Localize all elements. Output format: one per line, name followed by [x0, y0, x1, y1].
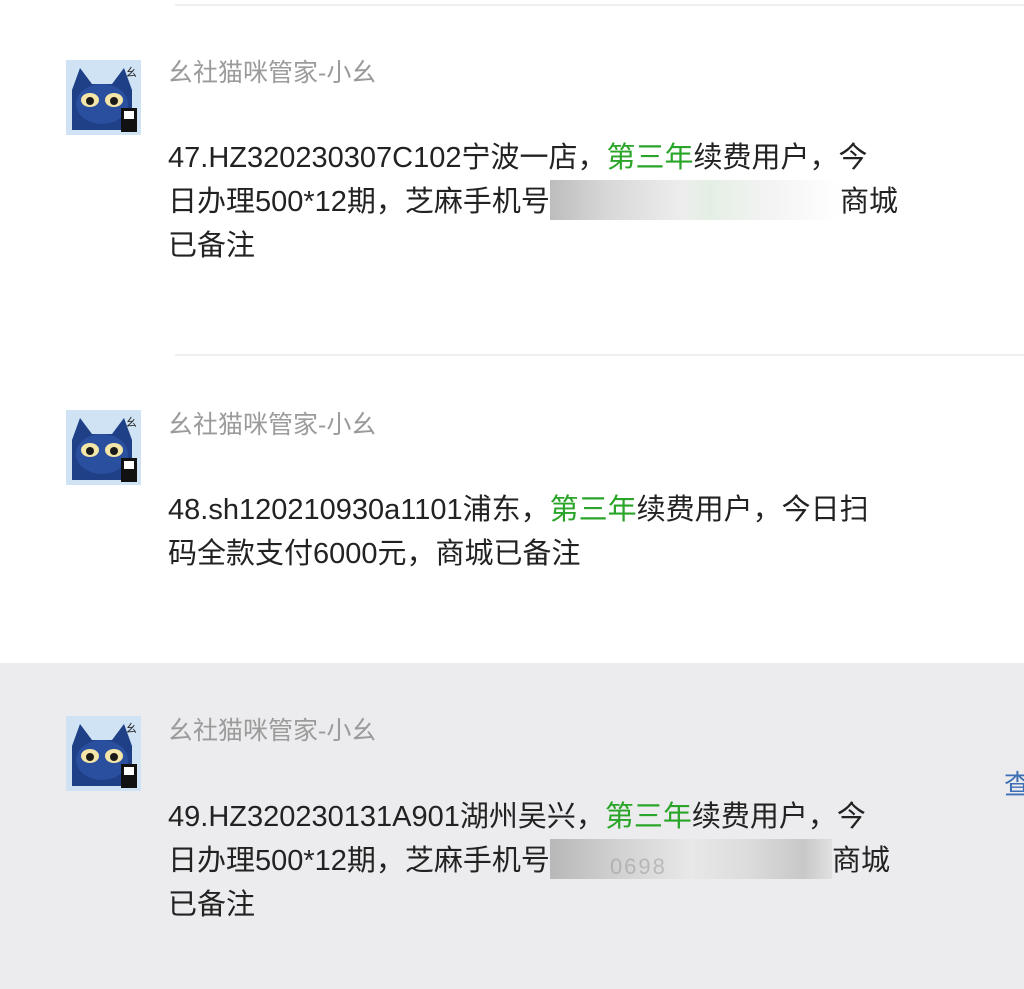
redacted-phone: [549, 180, 840, 221]
highlight-text: 第三年: [549, 494, 637, 526]
text-segment: 49.HZ320230131A901湖州吴兴，: [168, 801, 605, 833]
text-segment: 日办理500*12期，芝麻手机号: [168, 186, 550, 218]
cat-avatar-icon[interactable]: 幺: [66, 410, 141, 485]
sender-name: 幺社猫咪管家-小幺: [168, 59, 377, 87]
message-text: 49.HZ320230131A901湖州吴兴，第三年续费用户，今 日办理500*…: [168, 795, 958, 927]
message-line: 49.HZ320230131A901湖州吴兴，第三年续费用户，今: [168, 795, 958, 839]
message-line: 日办理500*12期，芝麻手机号 0698 商城: [168, 839, 958, 883]
chat-history: 幺 幺社猫咪管家-小幺 47.HZ320230307C102宁波一店，第三年续费…: [0, 0, 1024, 989]
message-line: 码全款支付6000元，商城已备注: [168, 532, 958, 576]
text-segment: 48.sh120210930a1101浦东，: [168, 494, 550, 526]
message-line: 48.sh120210930a1101浦东，第三年续费用户，今日扫: [168, 488, 958, 532]
text-segment: 商城: [831, 845, 890, 877]
svg-text:幺: 幺: [126, 721, 137, 735]
view-link[interactable]: 查: [1004, 763, 1024, 802]
text-segment: 商城: [839, 186, 898, 218]
svg-text:幺: 幺: [126, 65, 137, 79]
text-segment: 续费用户，今: [691, 801, 866, 833]
text-segment: 已备注: [168, 230, 256, 262]
cat-avatar-icon[interactable]: 幺: [66, 60, 141, 135]
text-segment: 47.HZ320230307C102宁波一店，: [168, 142, 607, 174]
highlight-text: 第三年: [606, 142, 694, 174]
svg-text:幺: 幺: [126, 415, 137, 429]
sender-name: 幺社猫咪管家-小幺: [168, 717, 377, 745]
redacted-hint: 0698: [609, 854, 667, 880]
message-item[interactable]: 幺 幺社猫咪管家-小幺 48.sh120210930a1101浦东，第三年续费用…: [0, 358, 1024, 663]
message-item-selected[interactable]: 幺 幺社猫咪管家-小幺 49.HZ320230131A901湖州吴兴，第三年续费…: [0, 663, 1024, 989]
text-segment: 码全款支付6000元，商城已备注: [168, 538, 581, 570]
message-text: 47.HZ320230307C102宁波一店，第三年续费用户，今 日办理500*…: [168, 136, 958, 268]
text-segment: 已备注: [168, 889, 256, 921]
text-segment: 日办理500*12期，芝麻手机号: [168, 845, 550, 877]
text-segment: 续费用户，今日扫: [636, 494, 869, 526]
message-line: 已备注: [168, 883, 958, 927]
text-segment: 续费用户，今: [693, 142, 868, 174]
message-line: 已备注: [168, 224, 958, 268]
sender-name: 幺社猫咪管家-小幺: [168, 411, 377, 439]
message-divider: [175, 354, 1024, 356]
message-text: 48.sh120210930a1101浦东，第三年续费用户，今日扫 码全款支付6…: [168, 488, 958, 576]
redacted-phone: 0698: [549, 839, 832, 880]
message-item[interactable]: 幺 幺社猫咪管家-小幺 47.HZ320230307C102宁波一店，第三年续费…: [0, 0, 1024, 350]
highlight-text: 第三年: [604, 801, 692, 833]
message-line: 47.HZ320230307C102宁波一店，第三年续费用户，今: [168, 136, 958, 180]
cat-avatar-icon[interactable]: 幺: [66, 716, 141, 791]
message-line: 日办理500*12期，芝麻手机号 商城: [168, 180, 958, 224]
